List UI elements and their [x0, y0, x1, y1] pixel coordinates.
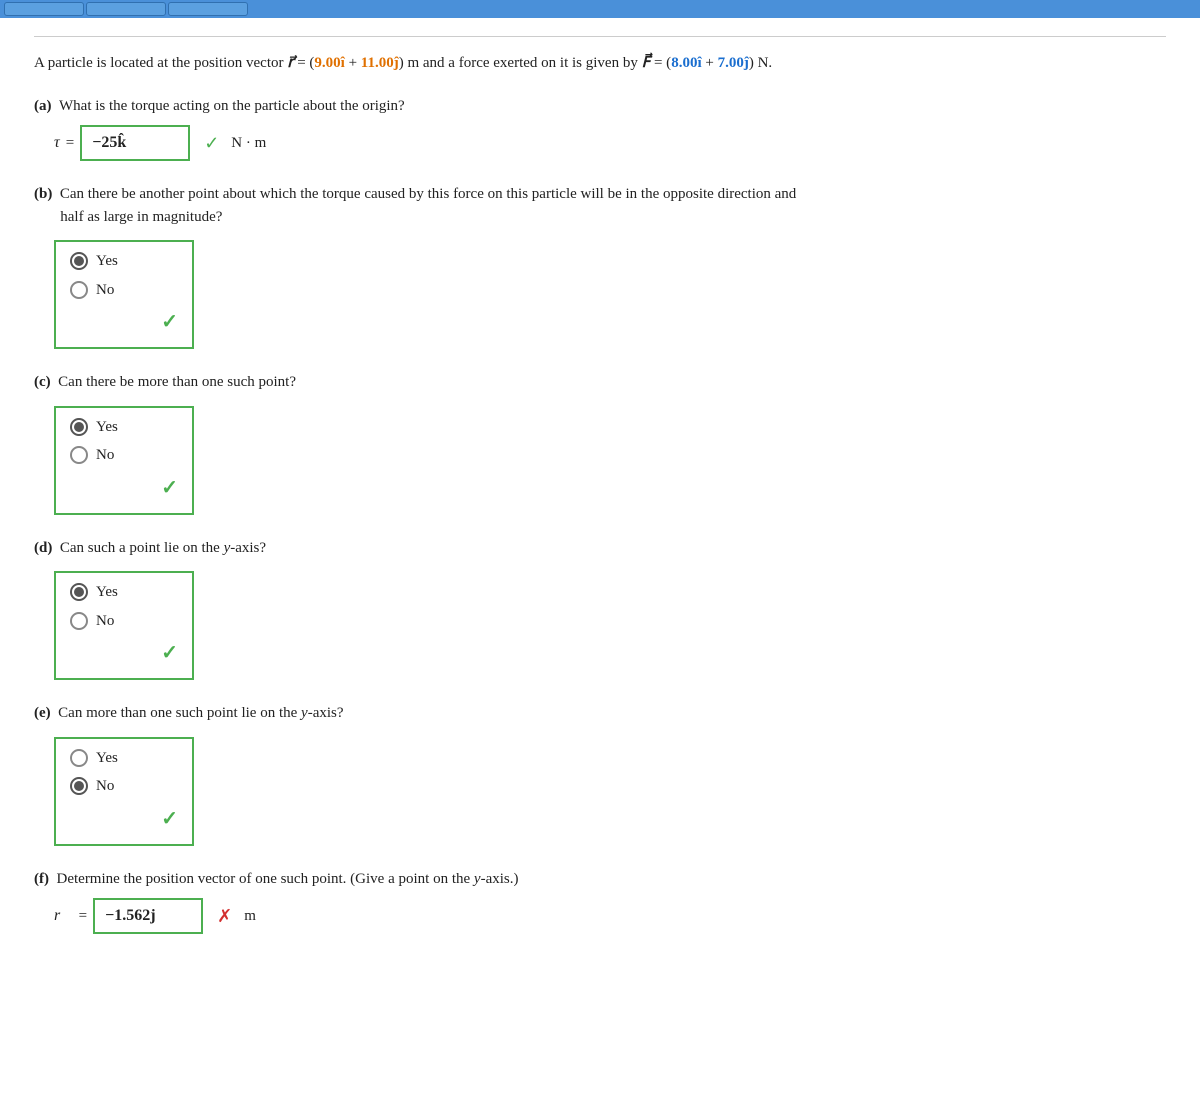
radio-no-b[interactable]: No	[70, 279, 178, 302]
radio-no-label-b: No	[96, 279, 114, 302]
r-vec-symbol: r⃗	[54, 904, 73, 928]
unit-a: N · m	[231, 132, 266, 155]
radio-yes-d[interactable]: Yes	[70, 581, 178, 604]
radio-yes-label-b: Yes	[96, 250, 118, 273]
radio-no-label-e: No	[96, 775, 114, 798]
part-b: (b) Can there be another point about whi…	[34, 183, 1166, 349]
r-coeff2: 11.00	[361, 55, 394, 71]
unit-f: m	[244, 905, 256, 928]
radio-yes-c[interactable]: Yes	[70, 416, 178, 439]
check-icon-e: ✓	[161, 808, 178, 830]
answer-value-f: −1.562j	[105, 907, 155, 924]
radio-yes-label-e: Yes	[96, 747, 118, 770]
tau-symbol: τ	[54, 131, 60, 155]
radio-yes-label-d: Yes	[96, 581, 118, 604]
top-bar	[0, 0, 1200, 18]
radio-group-c: Yes No ✓	[54, 406, 194, 515]
equals-a: =	[66, 132, 74, 155]
check-icon-d: ✓	[161, 642, 178, 664]
x-icon-f: ✗	[217, 903, 232, 930]
answer-box-a[interactable]: −25k̂	[80, 125, 190, 161]
part-b-label: (b) Can there be another point about whi…	[34, 183, 1166, 228]
part-a: (a) What is the torque acting on the par…	[34, 95, 1166, 162]
radio-no-label-d: No	[96, 610, 114, 633]
radio-no-e[interactable]: No	[70, 775, 178, 798]
radio-group-b: Yes No ✓	[54, 240, 194, 349]
top-bar-btn-1[interactable]	[4, 2, 84, 16]
check-icon-a: ✓	[204, 130, 219, 157]
part-d: (d) Can such a point lie on the y-axis? …	[34, 537, 1166, 681]
part-c-label: (c) Can there be more than one such poin…	[34, 371, 1166, 394]
answer-value-a: −25k̂	[92, 134, 126, 151]
radio-group-d: Yes No ✓	[54, 571, 194, 680]
r-coeff1: 9.00	[314, 55, 340, 71]
part-f-label: (f) Determine the position vector of one…	[34, 868, 1166, 891]
equals-f: =	[79, 905, 87, 928]
answer-box-f[interactable]: −1.562j	[93, 898, 203, 934]
F-coeff1: 8.00	[671, 55, 697, 71]
radio-no-c[interactable]: No	[70, 444, 178, 467]
top-bar-btn-3[interactable]	[168, 2, 248, 16]
radio-group-e: Yes No ✓	[54, 737, 194, 846]
radio-yes-b[interactable]: Yes	[70, 250, 178, 273]
F-coeff2: 7.00	[718, 55, 744, 71]
radio-yes-label-c: Yes	[96, 416, 118, 439]
radio-yes-e[interactable]: Yes	[70, 747, 178, 770]
part-e-label: (e) Can more than one such point lie on …	[34, 702, 1166, 725]
radio-no-label-c: No	[96, 444, 114, 467]
radio-no-d[interactable]: No	[70, 610, 178, 633]
part-e: (e) Can more than one such point lie on …	[34, 702, 1166, 846]
check-icon-b: ✓	[161, 311, 178, 333]
check-icon-c: ✓	[161, 477, 178, 499]
part-c: (c) Can there be more than one such poin…	[34, 371, 1166, 515]
part-f: (f) Determine the position vector of one…	[34, 868, 1166, 935]
part-a-label: (a) What is the torque acting on the par…	[34, 95, 1166, 118]
part-d-label: (d) Can such a point lie on the y-axis?	[34, 537, 1166, 560]
top-bar-btn-2[interactable]	[86, 2, 166, 16]
problem-statement: A particle is located at the position ve…	[34, 36, 1166, 77]
